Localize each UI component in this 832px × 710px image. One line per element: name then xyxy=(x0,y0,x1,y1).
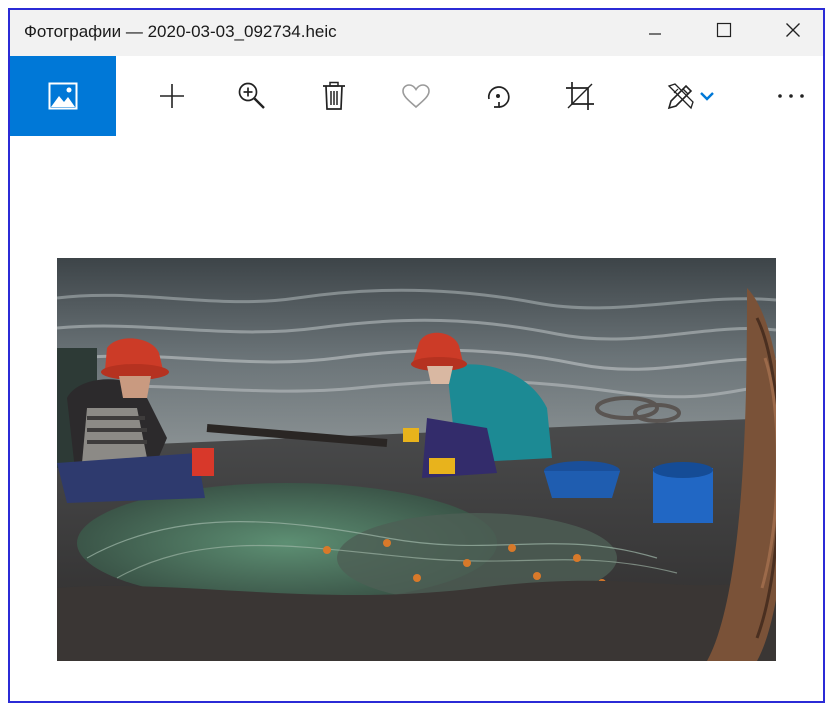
minimize-icon xyxy=(649,33,661,35)
photo-image[interactable] xyxy=(57,258,776,661)
rotate-icon xyxy=(487,86,510,108)
more-options-button[interactable] xyxy=(759,56,823,136)
zoom-button[interactable] xyxy=(220,56,284,136)
edit-dropdown-button[interactable] xyxy=(692,56,722,136)
heart-icon xyxy=(402,84,430,109)
close-button[interactable] xyxy=(759,10,823,50)
photo-viewer[interactable] xyxy=(10,136,823,701)
more-icon xyxy=(778,94,804,98)
zoom-in-icon xyxy=(238,82,265,109)
title-bar[interactable]: Фотографии — 2020-03-03_092734.heic xyxy=(10,10,823,56)
fishermen-photo xyxy=(57,258,776,661)
crop-button[interactable] xyxy=(548,56,612,136)
rotate-button[interactable] xyxy=(466,56,530,136)
trash-icon xyxy=(323,81,345,110)
window-title: Фотографии — 2020-03-03_092734.heic xyxy=(24,22,337,41)
crop-icon xyxy=(566,82,594,110)
image-icon xyxy=(48,82,78,110)
close-icon xyxy=(786,23,800,37)
add-to-button[interactable] xyxy=(140,56,204,136)
plus-icon xyxy=(160,84,184,108)
see-all-photos-button[interactable] xyxy=(10,56,116,136)
photos-app-window: Фотографии — 2020-03-03_092734.heic xyxy=(8,8,825,703)
chevron-down-icon xyxy=(700,92,714,101)
maximize-icon xyxy=(716,22,732,38)
toolbar xyxy=(10,56,823,136)
maximize-button[interactable] xyxy=(690,10,758,50)
favorite-button[interactable] xyxy=(384,56,448,136)
minimize-button[interactable] xyxy=(621,10,689,50)
delete-button[interactable] xyxy=(302,56,366,136)
